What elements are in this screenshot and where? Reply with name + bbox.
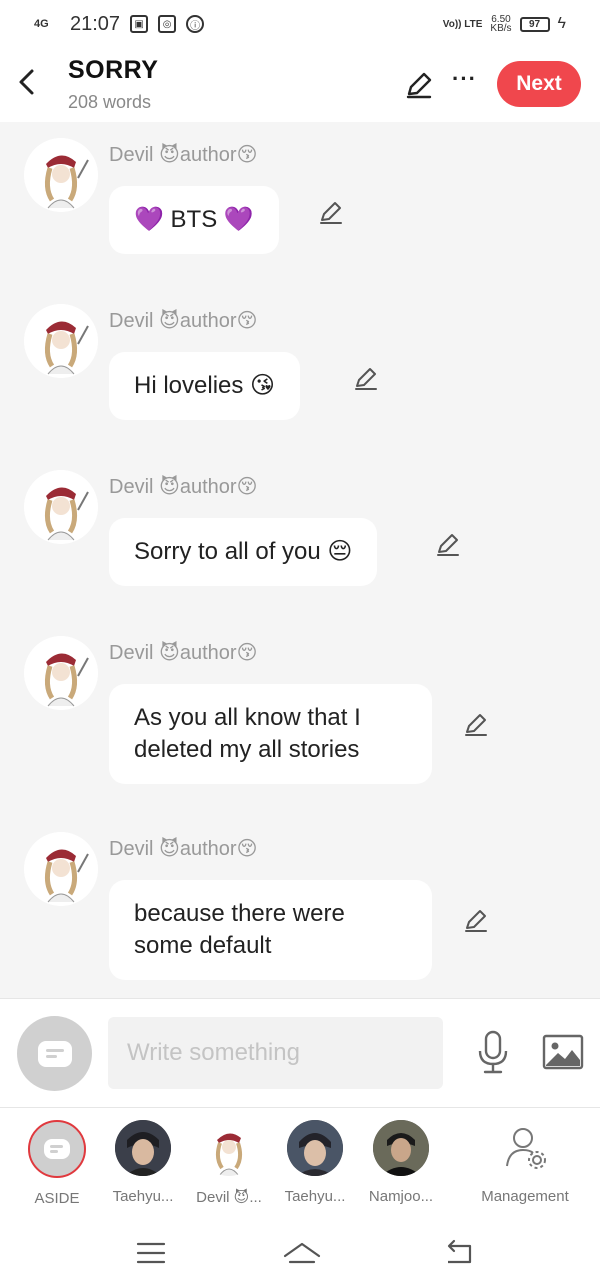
author-name: Devil 😈author😚 — [109, 310, 258, 332]
network-speed: 6.50 KB/s — [490, 14, 512, 34]
next-button[interactable]: Next — [497, 61, 581, 107]
character-avatar — [115, 1120, 171, 1176]
aside-avatar — [28, 1120, 86, 1178]
story-title: SORRY — [68, 56, 159, 84]
charging-icon: ϟ — [557, 15, 566, 32]
management-icon — [497, 1120, 553, 1176]
author-avatar[interactable] — [24, 636, 98, 710]
character-name: Taehyu... — [112, 1188, 174, 1205]
microphone-icon[interactable] — [476, 1029, 510, 1075]
message-bubble[interactable]: Hi lovelies 😘 — [109, 352, 301, 420]
character-namjoon[interactable]: Namjoo... — [356, 1120, 446, 1205]
author-name: Devil 😈author😚 — [109, 838, 258, 860]
home-icon[interactable] — [282, 1238, 322, 1268]
character-name: Devil 😈... — [196, 1189, 262, 1206]
app-notification-icon: ⓘ — [186, 15, 205, 33]
character-bar: ASIDE Taehyu... Devil 😈... Taehyu... Nam… — [0, 1108, 600, 1220]
author-name: Devil 😈author😚 — [109, 642, 258, 664]
character-taehyung-2[interactable]: Taehyu... — [270, 1120, 360, 1205]
character-avatar — [201, 1120, 257, 1176]
edit-message-icon[interactable] — [353, 366, 379, 392]
author-name: Devil 😈author😚 — [109, 476, 258, 498]
network-indicator: 4G — [34, 18, 49, 30]
edit-message-icon[interactable] — [435, 532, 461, 558]
battery-icon: 97 — [519, 16, 550, 32]
author-name: Devil 😈author😚 — [109, 144, 258, 166]
character-aside[interactable]: ASIDE — [12, 1120, 102, 1207]
edit-message-icon[interactable] — [463, 908, 489, 934]
message-bubble[interactable]: As you all know that I deleted my all st… — [109, 684, 432, 784]
character-name: Taehyu... — [284, 1188, 346, 1205]
volte-indicator: Vo)) LTE — [442, 18, 483, 30]
message-bubble[interactable]: Sorry to all of you 😔 — [109, 518, 378, 586]
message-bubble[interactable]: 💜 BTS 💜 — [109, 186, 279, 254]
menu-icon[interactable] — [134, 1238, 168, 1268]
character-name: Namjoo... — [368, 1188, 434, 1205]
character-management[interactable]: Management — [470, 1120, 580, 1205]
author-avatar[interactable] — [24, 304, 98, 378]
message-bubble[interactable]: because there were some default — [109, 880, 432, 980]
character-name: Management — [481, 1188, 569, 1205]
author-avatar[interactable] — [24, 832, 98, 906]
status-bar: 4G 21:07 ▣ ◎ ⓘ Vo)) LTE 6.50 KB/s 97 ϟ — [0, 0, 600, 48]
author-avatar[interactable] — [24, 470, 98, 544]
back-nav-icon[interactable] — [442, 1238, 476, 1268]
character-devil[interactable]: Devil 😈... — [184, 1120, 274, 1206]
character-avatar — [373, 1120, 429, 1176]
gallery-notification-icon: ▣ — [130, 15, 149, 33]
aside-icon — [44, 1139, 70, 1159]
instagram-notification-icon: ◎ — [158, 15, 177, 33]
message-input[interactable] — [108, 1017, 443, 1089]
image-icon[interactable] — [542, 1033, 584, 1071]
aside-icon — [37, 1040, 72, 1067]
edit-message-icon[interactable] — [318, 200, 344, 226]
back-icon[interactable] — [14, 66, 42, 98]
header: SORRY 208 words ··· Next — [0, 48, 600, 122]
clock: 21:07 — [70, 12, 121, 35]
chat-area[interactable]: Devil 😈author😚 💜 BTS 💜 Devil 😈author😚 Hi… — [0, 122, 600, 998]
author-avatar[interactable] — [24, 138, 98, 212]
edit-pencil-icon[interactable] — [404, 70, 434, 100]
more-options-icon[interactable]: ··· — [452, 66, 477, 92]
character-taehyung-1[interactable]: Taehyu... — [98, 1120, 188, 1205]
character-avatar — [287, 1120, 343, 1176]
aside-toggle-button[interactable] — [17, 1016, 92, 1091]
composer-bar — [0, 998, 600, 1108]
word-count: 208 words — [68, 92, 152, 112]
system-nav-bar — [0, 1220, 600, 1287]
edit-message-icon[interactable] — [463, 712, 489, 738]
character-name: ASIDE — [34, 1190, 80, 1207]
